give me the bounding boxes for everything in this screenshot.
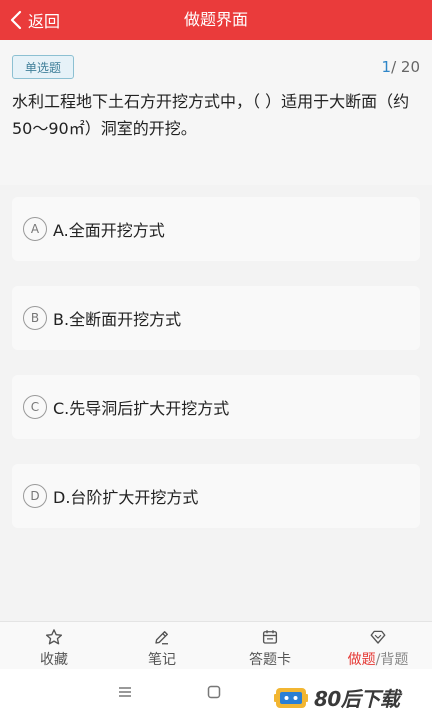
calendar-icon (262, 630, 278, 644)
option-b[interactable]: B B.全断面开挖方式 (12, 286, 420, 350)
option-c-text: C.先导洞后扩大开挖方式 (53, 399, 230, 418)
tab-notes[interactable]: 笔记 (108, 622, 216, 669)
menu-icon[interactable] (118, 685, 132, 699)
option-b-letter: B (23, 306, 47, 330)
question-progress: 1/ 20 (382, 58, 420, 76)
pen-icon (155, 631, 168, 645)
option-d-text: D.台阶扩大开挖方式 (53, 488, 199, 507)
square-icon[interactable] (207, 685, 221, 699)
tab-favorite[interactable]: 收藏 (0, 622, 108, 669)
mode-active-label: 做题 (347, 652, 376, 668)
tab-mode-label: 做题/背题 (348, 649, 409, 669)
option-a-text: A.全面开挖方式 (53, 221, 165, 240)
tab-answer-card[interactable]: 答题卡 (216, 622, 324, 669)
option-a-letter: A (23, 217, 47, 241)
option-a[interactable]: A A.全面开挖方式 (12, 197, 420, 261)
tab-answer-card-label: 答题卡 (249, 652, 291, 668)
option-c[interactable]: C C.先导洞后扩大开挖方式 (12, 375, 420, 439)
option-d-letter: D (23, 484, 47, 508)
watermark-text: 80后下载 (314, 687, 400, 711)
progress-total: / 20 (391, 58, 420, 76)
tab-mode-switch[interactable]: 做题/背题 (324, 622, 432, 669)
option-d[interactable]: D D.台阶扩大开挖方式 (12, 464, 420, 528)
watermark: 80后下载 (274, 683, 400, 712)
question-type-badge: 单选题 (12, 55, 74, 79)
option-c-letter: C (23, 395, 47, 419)
mode-inactive-label: 背题 (380, 652, 409, 668)
tab-favorite-label: 收藏 (40, 652, 68, 668)
diamond-icon (370, 630, 386, 644)
question-area: 单选题 1/ 20 水利工程地下土石方开挖方式中，（ ）适用于大断面（约50～9… (0, 40, 432, 185)
question-text: 水利工程地下土石方开挖方式中，（ ）适用于大断面（约50～90㎡）洞室的开挖。 (12, 92, 410, 138)
progress-current: 1 (381, 58, 392, 76)
bottom-tabbar: 收藏 笔记 答题卡 做题/背题 (0, 621, 432, 669)
tab-notes-label: 笔记 (148, 652, 176, 668)
option-b-text: B.全断面开挖方式 (53, 310, 182, 329)
watermark-logo-icon (274, 687, 308, 708)
star-icon (45, 629, 63, 645)
page-title: 做题界面 (183, 10, 248, 29)
app-header: 返回 做题界面 (0, 0, 432, 40)
